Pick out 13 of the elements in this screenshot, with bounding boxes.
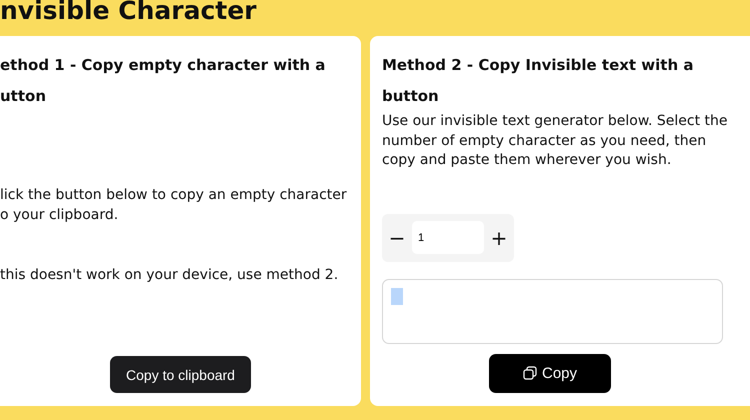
copy-icon <box>522 366 537 380</box>
copy-button[interactable]: Copy <box>489 354 611 393</box>
copy-to-clipboard-button[interactable]: Copy to clipboard <box>110 356 251 393</box>
method-heading: ethod 1 - Copy empty character with a utton <box>0 55 326 107</box>
count-field[interactable]: 1 <box>412 221 484 254</box>
method-heading: Method 2 - Copy Invisible text with a button <box>382 55 694 107</box>
page-title: nvisible Character <box>0 0 258 27</box>
instruction-text: lick the button below to copy an empty character o your clipboard. <box>0 186 348 224</box>
increment-button[interactable]: + <box>490 226 508 250</box>
decrement-button[interactable]: − <box>388 226 406 250</box>
description-text: Use our invisible text generator below. Select the number of empty character as you need, then copy and paste them wherever you wish. <box>382 112 729 170</box>
fallback-note: this doesn't work on your device, use method 2. <box>0 266 340 285</box>
output-field[interactable] <box>382 278 723 344</box>
